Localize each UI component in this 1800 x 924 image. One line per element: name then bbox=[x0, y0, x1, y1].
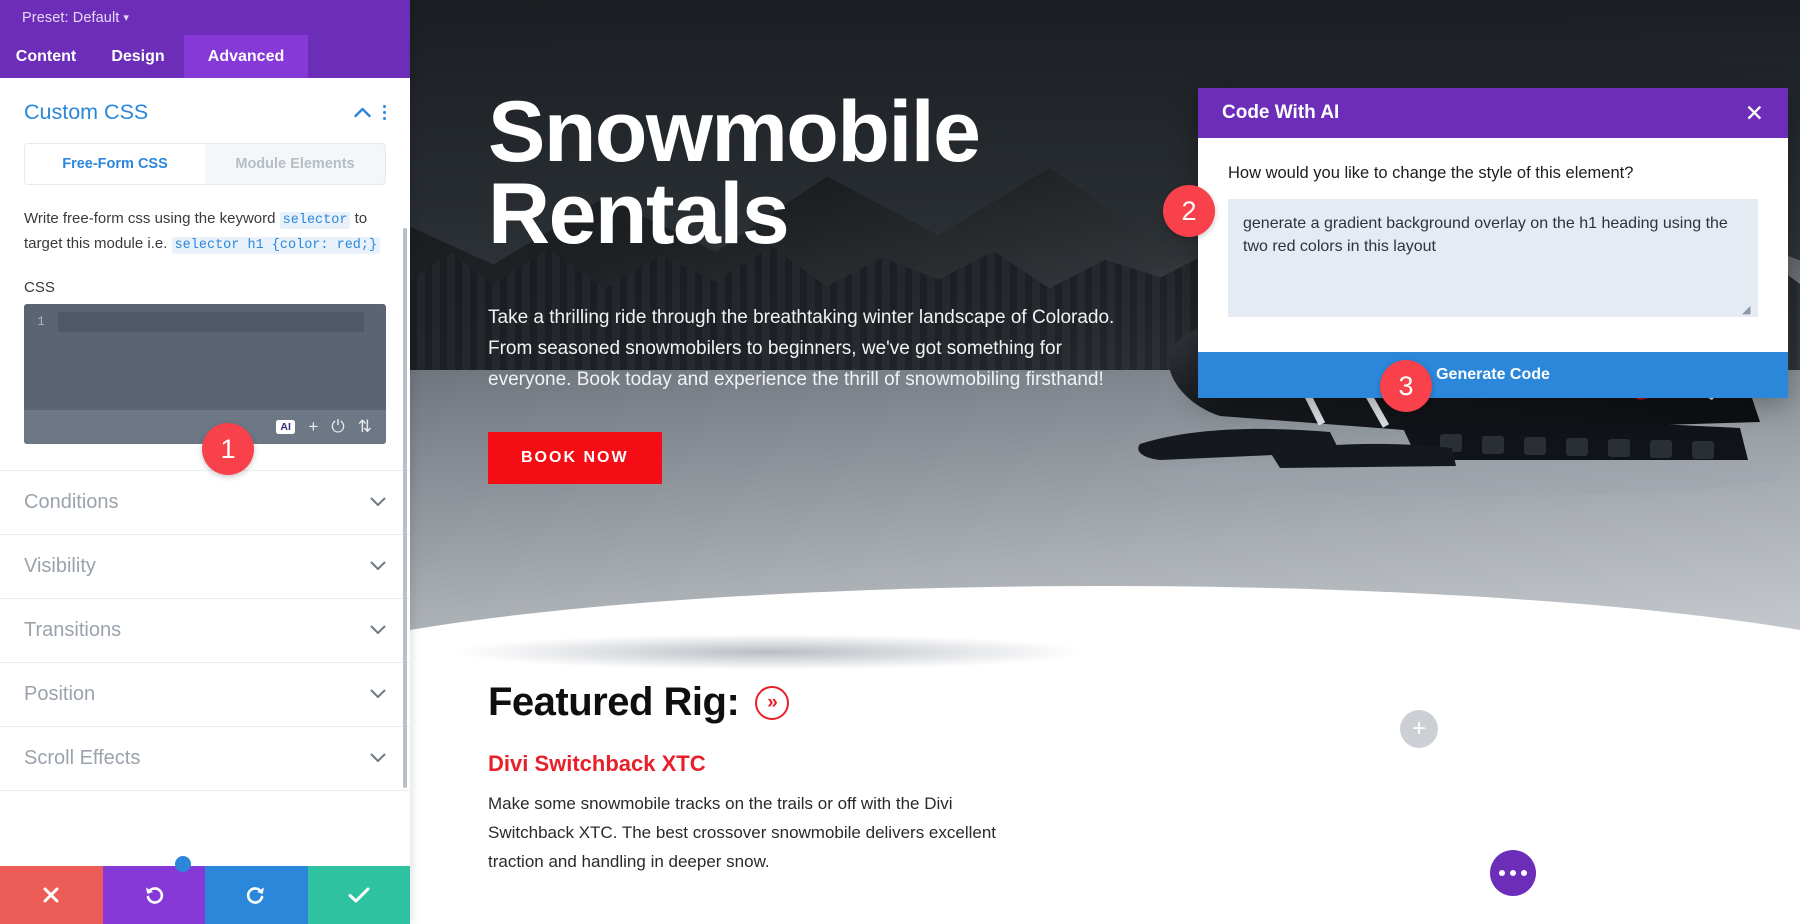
sidebar-item-scroll-effects[interactable]: Scroll Effects bbox=[0, 727, 410, 791]
redo-button[interactable] bbox=[205, 866, 308, 924]
tab-module-elements[interactable]: Module Elements bbox=[205, 144, 385, 184]
plus-icon: + bbox=[1411, 715, 1426, 742]
custom-css-title: Custom CSS bbox=[24, 100, 149, 124]
chevron-down-icon bbox=[370, 750, 386, 767]
custom-css-description: Write free-form css using the keyword se… bbox=[24, 207, 386, 257]
undo-button[interactable] bbox=[102, 866, 205, 924]
plus-icon[interactable]: + bbox=[308, 418, 318, 435]
preset-label: Preset: Default bbox=[22, 9, 120, 26]
example-css-code: selector h1 {color: red;} bbox=[171, 236, 381, 254]
redo-arrow-icon bbox=[247, 887, 265, 904]
double-chevron-right-icon[interactable]: » bbox=[755, 685, 790, 720]
prompt-question-label: How would you like to change the style o… bbox=[1228, 164, 1634, 182]
checkmark-icon bbox=[348, 887, 370, 903]
add-module-button[interactable]: + bbox=[1400, 710, 1438, 748]
ai-icon[interactable]: AI bbox=[275, 419, 296, 435]
accordion-label: Transitions bbox=[24, 618, 122, 641]
hero-heading: Snowmobile Rentals bbox=[488, 84, 981, 262]
css-mode-toggle: Free-Form CSS Module Elements bbox=[24, 143, 386, 185]
step-marker-2: 2 bbox=[1163, 185, 1215, 237]
page-settings-button[interactable] bbox=[1490, 850, 1536, 896]
sidebar-footer-toolbar bbox=[0, 866, 410, 924]
accordion-label: Position bbox=[24, 682, 96, 705]
advanced-accordion-list: Conditions Visibility Transitions Positi… bbox=[0, 469, 410, 791]
sidebar-item-transitions[interactable]: Transitions bbox=[0, 599, 410, 663]
snowmobile-shadow bbox=[450, 634, 1090, 670]
undo-arrow-icon bbox=[145, 887, 163, 904]
tab-advanced[interactable]: Advanced bbox=[184, 35, 308, 78]
close-x-icon bbox=[43, 887, 59, 903]
tab-design[interactable]: Design bbox=[92, 35, 184, 78]
sidebar-item-position[interactable]: Position bbox=[0, 663, 410, 727]
featured-heading-row: Featured Rig: » bbox=[488, 680, 1128, 725]
step-marker-1: 1 bbox=[202, 423, 254, 475]
code-with-ai-dialog: Code With AI ✕ How would you like to cha… bbox=[1198, 88, 1788, 398]
product-name: Divi Switchback XTC bbox=[488, 751, 706, 776]
desc-part-1: Write free-form css using the keyword bbox=[24, 210, 280, 227]
generate-code-label: Generate Code bbox=[1436, 366, 1550, 383]
editor-active-line[interactable] bbox=[58, 311, 364, 332]
kebab-menu-icon[interactable] bbox=[382, 104, 386, 121]
product-description: Make some snowmobile tracks on the trail… bbox=[488, 794, 997, 872]
sidebar-item-visibility[interactable]: Visibility bbox=[0, 535, 410, 599]
sidebar-scrollbar[interactable] bbox=[403, 228, 407, 788]
book-now-button[interactable]: BOOK NOW bbox=[488, 431, 662, 484]
accordion-label: Scroll Effects bbox=[24, 746, 141, 769]
css-code-editor[interactable]: 1 AI + ⏻ ⇅ bbox=[24, 303, 386, 444]
power-toggle-icon[interactable]: ⏻ bbox=[331, 418, 344, 435]
chevron-down-icon bbox=[370, 494, 386, 511]
settings-body: Custom CSS Free-Form CSS Module Elements… bbox=[0, 78, 410, 866]
featured-heading: Featured Rig: bbox=[488, 680, 740, 724]
ellipsis-icon bbox=[1499, 870, 1505, 876]
help-indicator-dot bbox=[175, 856, 191, 872]
tab-free-form-css[interactable]: Free-Form CSS bbox=[25, 144, 205, 184]
chevron-down-icon bbox=[370, 622, 386, 639]
custom-css-header: Custom CSS bbox=[0, 78, 410, 139]
dialog-body: How would you like to change the style o… bbox=[1198, 138, 1788, 352]
settings-tabs: Content Design Advanced bbox=[0, 35, 410, 78]
chevron-down-icon bbox=[370, 686, 386, 703]
close-icon[interactable]: ✕ bbox=[1745, 101, 1764, 125]
chevron-up-icon[interactable] bbox=[353, 107, 371, 118]
hero-paragraph: Take a thrilling ride through the breath… bbox=[488, 307, 1115, 390]
page-preview: Snowmobile Rentals Take a thrilling ride… bbox=[410, 0, 1800, 924]
step-marker-3: 3 bbox=[1380, 360, 1432, 412]
sidebar-item-conditions[interactable]: Conditions bbox=[0, 471, 410, 535]
accordion-label: Visibility bbox=[24, 554, 96, 577]
keyword-selector-code: selector bbox=[279, 212, 351, 229]
accordion-label: Conditions bbox=[24, 490, 119, 513]
dialog-header: Code With AI ✕ bbox=[1198, 88, 1788, 138]
featured-rig-section: Featured Rig: » Divi Switchback XTC Make… bbox=[488, 680, 1128, 877]
generate-code-button[interactable]: Generate Code bbox=[1198, 352, 1788, 398]
dialog-title: Code With AI bbox=[1222, 102, 1340, 123]
editor-line-number: 1 bbox=[37, 314, 45, 329]
cancel-button[interactable] bbox=[0, 866, 103, 924]
chevron-down-icon: ▾ bbox=[123, 12, 129, 24]
expand-arrows-icon[interactable]: ⇅ bbox=[358, 418, 372, 435]
chevron-down-icon bbox=[370, 558, 386, 575]
ai-prompt-textarea[interactable] bbox=[1228, 199, 1758, 317]
save-button[interactable] bbox=[307, 866, 410, 924]
preset-bar[interactable]: Preset: Default ▾ bbox=[0, 0, 410, 35]
css-field-label: CSS bbox=[24, 278, 55, 296]
tab-content[interactable]: Content bbox=[0, 35, 92, 78]
